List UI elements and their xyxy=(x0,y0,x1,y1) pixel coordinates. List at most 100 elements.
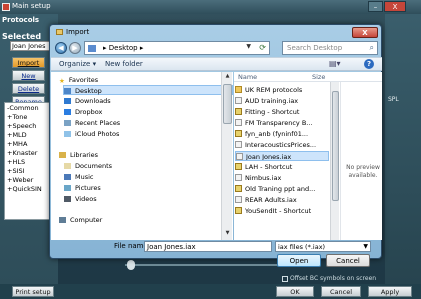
shortcut-icon xyxy=(235,207,242,214)
cloud-icon xyxy=(64,131,71,137)
nav-videos[interactable]: Videos xyxy=(64,194,233,204)
tree-item[interactable]: +Tone xyxy=(7,113,49,122)
nav-favorites[interactable]: ★ Favorites xyxy=(59,75,229,85)
file-list-pane: Name Size UK REM protocols AUD training.… xyxy=(234,72,382,240)
tree-item[interactable]: +HLS xyxy=(7,158,49,167)
new-button[interactable]: New xyxy=(12,70,45,81)
nav-computer[interactable]: Computer xyxy=(59,215,229,225)
file-icon xyxy=(236,153,243,160)
pictures-icon xyxy=(64,185,71,191)
no-preview-text: No preview available. xyxy=(346,164,380,179)
library-icon xyxy=(59,152,66,158)
name-column-header[interactable]: Name xyxy=(238,73,257,81)
file-row[interactable]: Nimbus.iax xyxy=(235,173,329,183)
delete-button[interactable]: Delete xyxy=(12,83,45,94)
nav-libraries[interactable]: Libraries xyxy=(59,150,229,160)
size-column-header[interactable]: Size xyxy=(312,73,325,81)
file-row[interactable]: fyn_anb (fyninf01... xyxy=(235,129,329,139)
slider-knob[interactable] xyxy=(127,260,135,270)
dialog-close-button[interactable]: X xyxy=(352,27,378,38)
address-dropdown-icon[interactable]: ▼ xyxy=(246,43,251,50)
slider-track xyxy=(125,264,285,266)
file-row[interactable]: YouSendIt - Shortcut xyxy=(235,206,329,216)
file-row[interactable]: Fitting - Shortcut xyxy=(235,107,329,117)
forward-arrow-icon[interactable]: ▶ xyxy=(69,42,81,54)
bottom-slider[interactable] xyxy=(125,260,285,270)
tree-item[interactable]: +Speech xyxy=(7,122,49,131)
main-close-button[interactable]: X xyxy=(384,1,406,12)
file-row[interactable]: LAH - Shortcut xyxy=(235,162,329,172)
file-row[interactable]: REAR Adults.iax xyxy=(235,195,329,205)
open-button[interactable]: Open xyxy=(277,254,321,267)
file-icon xyxy=(235,119,242,126)
nav-music[interactable]: Music xyxy=(64,172,233,182)
column-headers: Name Size xyxy=(234,72,382,82)
documents-icon xyxy=(64,163,71,169)
refresh-icon[interactable]: ⟳ xyxy=(259,43,266,52)
tree-item[interactable]: -Common xyxy=(7,104,49,113)
minimize-button[interactable]: – xyxy=(368,1,383,12)
scroll-up-icon[interactable]: ▲ xyxy=(223,73,232,82)
print-setup-button[interactable]: Print setup xyxy=(12,286,54,297)
scroll-down-icon[interactable]: ▼ xyxy=(223,230,232,239)
file-row[interactable]: AUD training.iax xyxy=(235,96,329,106)
file-row[interactable]: FM Transparency B... xyxy=(235,118,329,128)
file-row[interactable]: InteracousticsPrices... xyxy=(235,140,329,150)
new-folder-button[interactable]: New folder xyxy=(105,60,143,68)
offset-bc-checkbox[interactable] xyxy=(282,276,288,282)
spl-label: SPL xyxy=(388,96,399,103)
app-icon xyxy=(2,3,10,11)
scroll-thumb[interactable] xyxy=(223,84,232,124)
back-arrow-icon[interactable]: ◀ xyxy=(55,42,67,54)
desktop-icon xyxy=(64,88,71,94)
shortcut-icon xyxy=(235,130,242,137)
file-row[interactable]: UK REM protocols xyxy=(235,85,329,95)
view-options-icon[interactable]: ▤▾ xyxy=(329,59,341,68)
file-row[interactable]: Old Traning ppt and... xyxy=(235,184,329,194)
apply-button[interactable]: Apply xyxy=(368,286,412,297)
dialog-bottom-bar: File name: Joan Jones.iax iax files (*.i… xyxy=(51,241,382,267)
import-button[interactable]: Import xyxy=(12,57,45,68)
tree-item[interactable]: +Knaster xyxy=(7,149,49,158)
folder-icon xyxy=(56,29,63,35)
ok-button[interactable]: OK xyxy=(276,286,314,297)
recent-icon xyxy=(64,120,71,126)
nav-dropbox[interactable]: Dropbox xyxy=(64,107,233,117)
nav-recent-places[interactable]: Recent Places xyxy=(64,118,233,128)
navigation-pane: ★ Favorites Desktop Downloads Dropbox Rec… xyxy=(51,72,233,240)
file-row-selected[interactable]: Joan Jones.iax xyxy=(235,151,329,161)
music-icon xyxy=(64,174,71,180)
address-bar[interactable]: ▸ Desktop ▸ ▼ ⟳ xyxy=(84,41,270,55)
organize-button[interactable]: Organize ▾ xyxy=(59,60,96,68)
shortcut-icon xyxy=(235,185,242,192)
desktop-folder-icon xyxy=(88,45,96,52)
downloads-icon xyxy=(64,98,71,104)
tree-item[interactable]: +SISI xyxy=(7,167,49,176)
file-icon xyxy=(235,141,242,148)
tree-item[interactable]: +MLD xyxy=(7,131,49,140)
main-cancel-button[interactable]: Cancel xyxy=(321,286,361,297)
star-icon: ★ xyxy=(59,77,65,85)
import-dialog: Import X ◀ ▶ ▸ Desktop ▸ ▼ ⟳ Search Desk… xyxy=(49,24,382,267)
tree-item[interactable]: +QuickSIN xyxy=(7,185,49,194)
nav-icloud-photos[interactable]: iCloud Photos xyxy=(64,129,233,139)
nav-pictures[interactable]: Pictures xyxy=(64,183,233,193)
file-scroll-thumb[interactable] xyxy=(332,91,339,201)
file-type-select[interactable]: iax files (*.iax) ▼ xyxy=(275,241,371,252)
dialog-cancel-button[interactable]: Cancel xyxy=(326,254,370,267)
protocol-tree[interactable]: -Common +Tone +Speech +MLD +MHA +Knaster… xyxy=(4,102,52,220)
right-settings-panel xyxy=(385,14,421,284)
nav-downloads[interactable]: Downloads xyxy=(64,96,233,106)
nav-desktop[interactable]: Desktop xyxy=(63,85,233,95)
file-icon xyxy=(235,174,242,181)
search-icon[interactable]: ⌕ xyxy=(370,43,374,53)
file-list-scrollbar[interactable] xyxy=(330,82,339,240)
tree-item[interactable]: +Weber xyxy=(7,176,49,185)
file-name-input[interactable]: Joan Jones.iax xyxy=(144,241,272,252)
tree-item[interactable]: +MHA xyxy=(7,140,49,149)
nav-documents[interactable]: Documents xyxy=(64,161,233,171)
nav-scrollbar[interactable]: ▲ ▼ xyxy=(221,72,232,240)
help-icon[interactable]: ? xyxy=(364,59,374,69)
search-box[interactable]: Search Desktop ⌕ xyxy=(282,41,378,55)
shortcut-icon xyxy=(235,108,242,115)
